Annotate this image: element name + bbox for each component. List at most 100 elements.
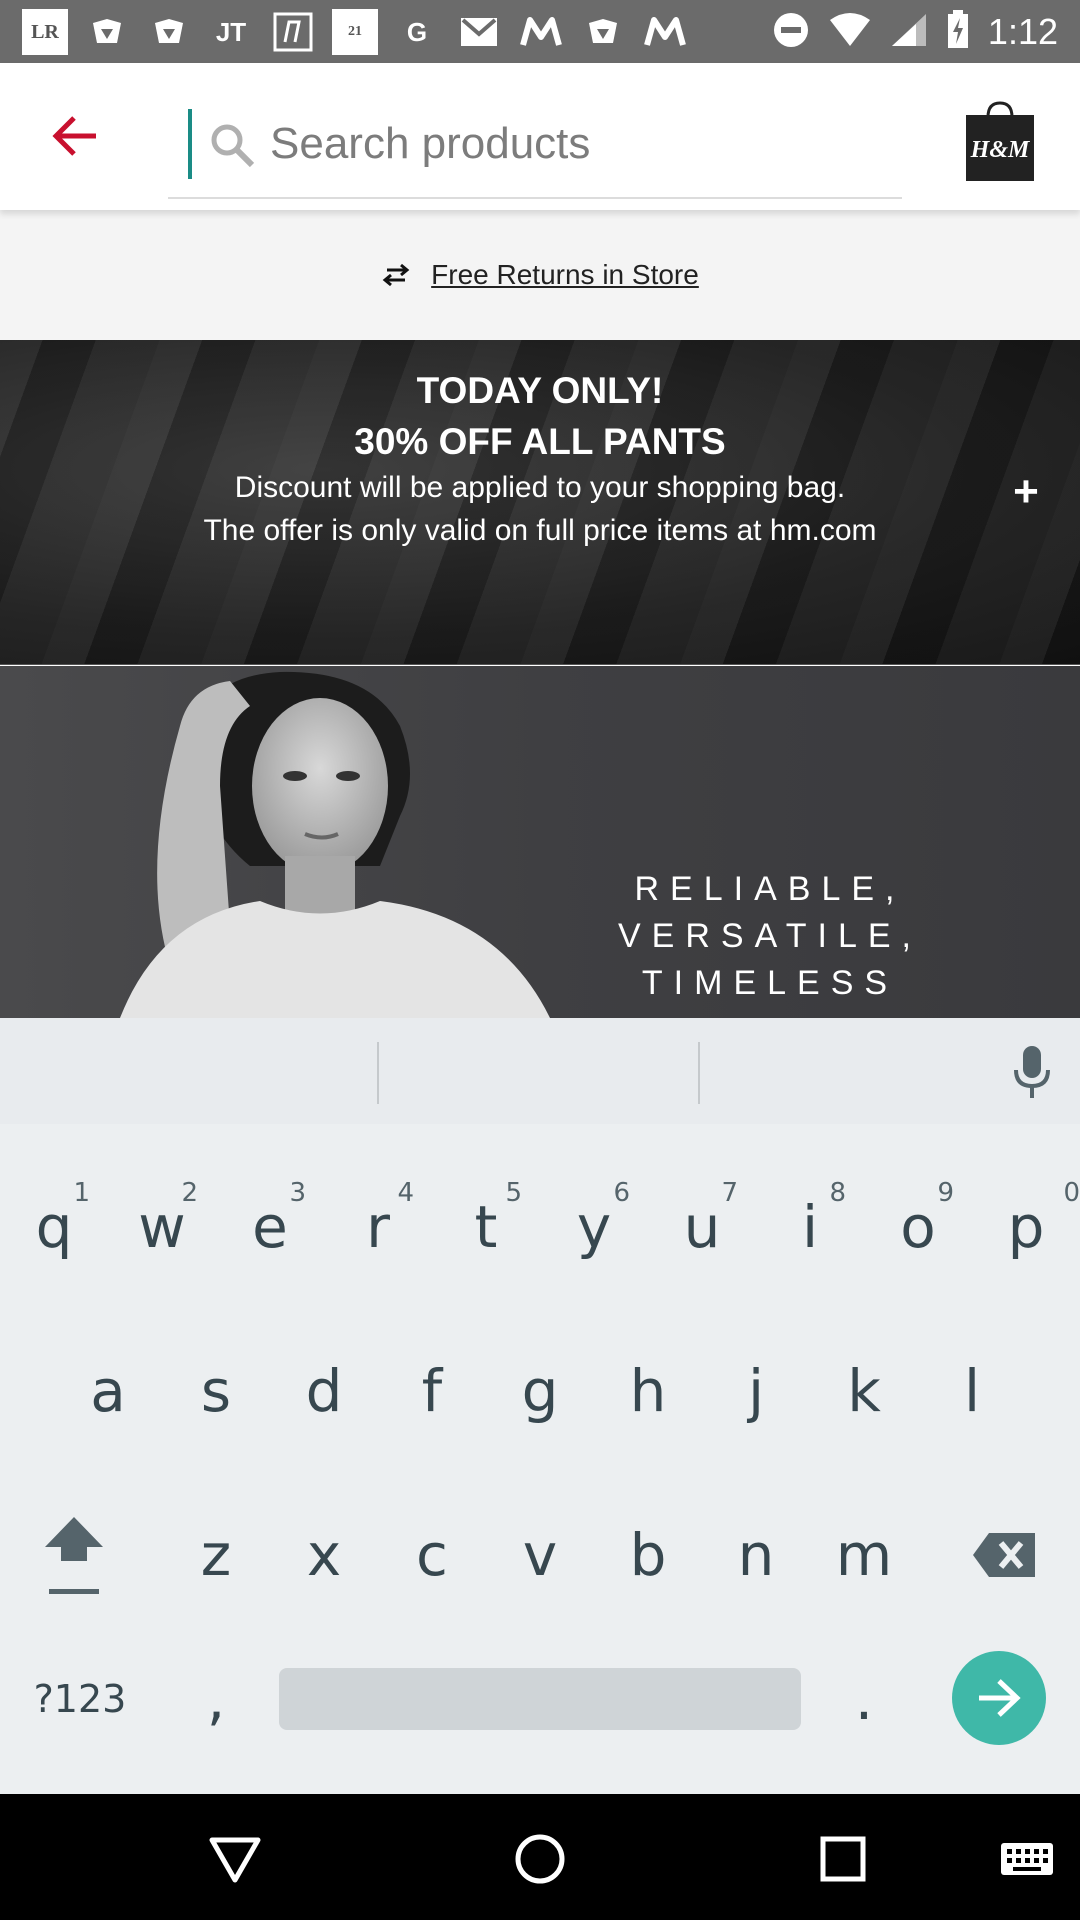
key-b[interactable]: b: [594, 1480, 702, 1630]
key-label: w: [138, 1193, 186, 1261]
hero-headline: RELIABLE, VERSATILE, TIMELESS: [600, 866, 940, 1007]
promo-text-line1: Discount will be applied to your shoppin…: [234, 471, 846, 504]
space-bar[interactable]: [279, 1668, 801, 1730]
backspace-icon: [973, 1533, 1035, 1577]
key-v[interactable]: v: [486, 1480, 594, 1630]
google-photos-icon: [580, 9, 626, 55]
suggestion-divider: [377, 1042, 379, 1104]
key-u[interactable]: u7: [648, 1152, 756, 1302]
key-t[interactable]: t5: [432, 1152, 540, 1302]
key-y[interactable]: y6: [540, 1152, 648, 1302]
triangle-back-icon: [209, 1837, 261, 1883]
home-nav-button[interactable]: [505, 1824, 575, 1894]
system-status: 1:12: [772, 8, 1058, 56]
key-j[interactable]: j: [702, 1316, 810, 1466]
myntra-icon: [642, 9, 688, 55]
key-n[interactable]: n: [702, 1480, 810, 1630]
period-key[interactable]: .: [810, 1644, 918, 1754]
free-returns-banner[interactable]: Free Returns in Store: [0, 210, 1080, 340]
arrow-left-icon: [52, 116, 96, 156]
key-e[interactable]: e3: [216, 1152, 324, 1302]
key-label: y: [576, 1193, 612, 1261]
key-k[interactable]: k: [810, 1316, 918, 1466]
key-g[interactable]: g: [486, 1316, 594, 1466]
jt-icon: JT: [215, 16, 247, 47]
search-bar[interactable]: [168, 99, 902, 199]
promo-text-line2: The offer is only valid on full price it…: [203, 514, 877, 547]
key-hint: 4: [397, 1178, 414, 1208]
key-hint: 1: [73, 1178, 90, 1208]
key-o[interactable]: o9: [864, 1152, 972, 1302]
forever21-icon: 21: [332, 9, 378, 55]
do-not-disturb-icon: [772, 11, 810, 54]
backspace-key[interactable]: [950, 1480, 1058, 1630]
google-icon: G: [406, 16, 428, 47]
key-q[interactable]: q1: [0, 1152, 108, 1302]
key-l[interactable]: l: [918, 1316, 1026, 1466]
key-hint: 5: [505, 1178, 522, 1208]
search-input[interactable]: [270, 113, 870, 175]
app-bar: H&M: [0, 63, 1080, 210]
key-hint: 0: [1063, 1178, 1080, 1208]
hero-line2: VERSATILE,: [618, 917, 922, 955]
key-a[interactable]: a: [54, 1316, 162, 1466]
google-photos-icon: [84, 9, 130, 55]
key-label: u: [683, 1193, 721, 1261]
notification-icons: LR JT 21 G: [22, 8, 688, 56]
promo-subtitle: 30% OFF ALL PANTS: [354, 421, 726, 462]
hero-line1: RELIABLE,: [634, 870, 906, 908]
suggestion-strip: [0, 1018, 1080, 1124]
promo-title: TODAY ONLY!: [416, 370, 664, 411]
symbols-key[interactable]: ?123: [20, 1644, 140, 1754]
free-returns-link[interactable]: Free Returns in Store: [431, 259, 699, 291]
expand-promo-button[interactable]: +: [1006, 470, 1046, 514]
shopping-bag-button[interactable]: H&M: [962, 99, 1038, 183]
key-hint: 9: [937, 1178, 954, 1208]
clock: 1:12: [987, 11, 1058, 52]
key-p[interactable]: p0: [972, 1152, 1080, 1302]
key-x[interactable]: x: [270, 1480, 378, 1630]
key-w[interactable]: w2: [108, 1152, 216, 1302]
key-hint: 7: [721, 1178, 738, 1208]
key-z[interactable]: z: [162, 1480, 270, 1630]
hero-banner[interactable]: RELIABLE, VERSATILE, TIMELESS: [0, 666, 1080, 1018]
enter-key[interactable]: [952, 1651, 1046, 1745]
key-s[interactable]: s: [162, 1316, 270, 1466]
recents-nav-button[interactable]: [808, 1824, 878, 1894]
key-label: i: [801, 1193, 819, 1261]
key-label: e: [252, 1193, 288, 1261]
key-r[interactable]: r4: [324, 1152, 432, 1302]
arrow-right-icon: [979, 1679, 1021, 1717]
key-hint: 2: [181, 1178, 198, 1208]
key-hint: 3: [289, 1178, 306, 1208]
key-d[interactable]: d: [270, 1316, 378, 1466]
key-h[interactable]: h: [594, 1316, 702, 1466]
key-hint: 6: [613, 1178, 630, 1208]
search-icon: [211, 124, 255, 168]
keyboard-icon: [1001, 1843, 1053, 1875]
keyboard-switch-button[interactable]: [992, 1824, 1062, 1894]
wifi-icon: [828, 12, 872, 53]
swap-arrows-icon: [382, 263, 410, 287]
key-i[interactable]: i8: [756, 1152, 864, 1302]
back-button[interactable]: [40, 101, 110, 171]
hero-model-image: [120, 671, 550, 1018]
microphone-icon[interactable]: [1008, 1044, 1056, 1100]
promo-banner[interactable]: TODAY ONLY! 30% OFF ALL PANTS Discount w…: [0, 340, 1080, 665]
key-c[interactable]: c: [378, 1480, 486, 1630]
key-label: p: [1007, 1193, 1045, 1261]
gmail-icon: [456, 9, 502, 55]
back-nav-button[interactable]: [200, 1824, 270, 1894]
google-photos-icon: [146, 9, 192, 55]
shift-key[interactable]: [20, 1480, 128, 1630]
navigation-bar: [0, 1794, 1080, 1920]
shift-icon: [45, 1517, 103, 1594]
lightroom-icon: LR: [22, 9, 68, 55]
key-f[interactable]: f: [378, 1316, 486, 1466]
comma-key[interactable]: ,: [162, 1644, 270, 1754]
key-label: o: [900, 1193, 936, 1261]
key-m[interactable]: m: [810, 1480, 918, 1630]
recents-square-icon: [820, 1836, 866, 1882]
hero-line3: TIMELESS: [641, 964, 899, 1002]
status-bar: LR JT 21 G 1:12: [0, 0, 1080, 63]
